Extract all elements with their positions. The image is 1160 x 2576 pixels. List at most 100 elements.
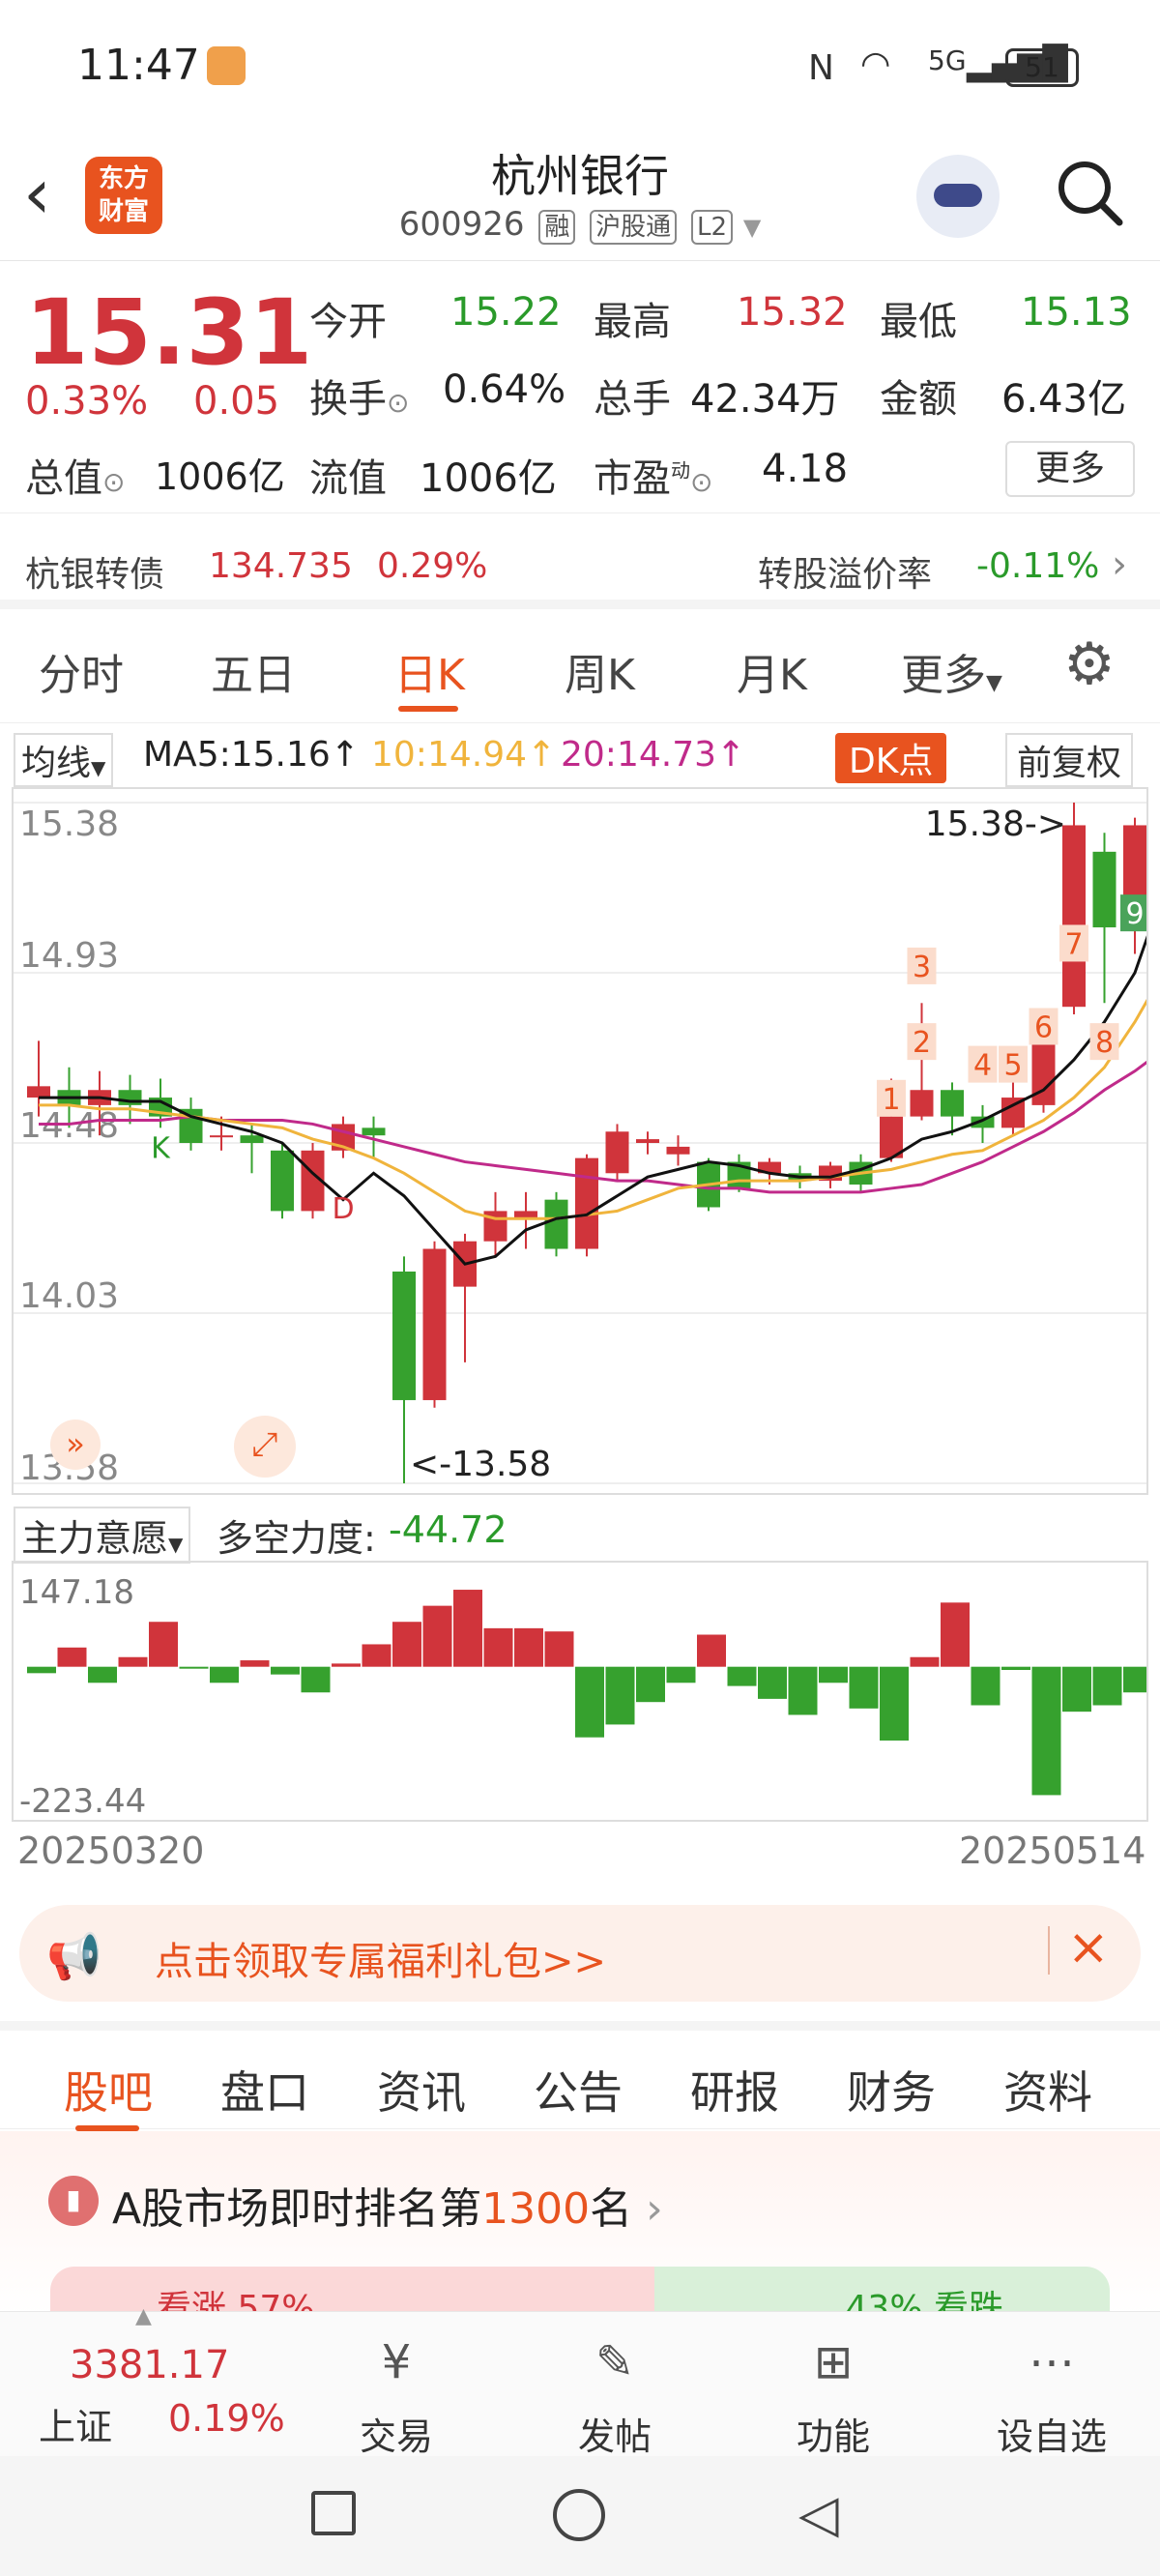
index-name[interactable]: 上证 <box>39 2397 112 2450</box>
recents-icon[interactable] <box>311 2491 356 2535</box>
indicator-bar <box>1092 1666 1122 1706</box>
dk-point-button[interactable]: DK点 <box>835 733 947 783</box>
tab-intraday[interactable]: 分时 <box>39 640 124 702</box>
indicator-bar <box>422 1605 452 1667</box>
index-value[interactable]: 3381.17 <box>70 2343 229 2387</box>
indicator-bar <box>1031 1666 1061 1796</box>
section-tabs: 股吧 盘口 资讯 公告 研报 财务 资料 <box>0 2021 1160 2131</box>
indicator-bar <box>1062 1666 1091 1712</box>
pe-label: 市盈动⊙ <box>594 456 713 501</box>
signal-number: 1 <box>882 1083 900 1117</box>
candle-body <box>636 1139 659 1143</box>
bond-name: 杭银转债 <box>25 555 165 595</box>
more-dots-icon: ⋯ <box>1029 2335 1075 2389</box>
candle-body <box>118 1090 142 1105</box>
tab-profile[interactable]: 资料 <box>1003 2058 1092 2122</box>
signal-number: 9 <box>1125 897 1144 931</box>
amount-value: 6.43亿 <box>1001 377 1127 422</box>
candle-body <box>941 1090 964 1117</box>
candle-body <box>605 1131 629 1174</box>
add-watchlist-button[interactable]: ⋯ 设自选 <box>984 2331 1119 2460</box>
trade-button[interactable]: ¥ 交易 <box>329 2331 464 2460</box>
indicator-bar <box>301 1666 331 1693</box>
tab-announcements[interactable]: 公告 <box>534 2058 623 2122</box>
convertible-bond-row[interactable]: 杭银转债 134.735 0.29% 转股溢价率 -0.11% › <box>0 512 1160 609</box>
add-watchlist-label: 设自选 <box>996 2415 1107 2458</box>
indicator-svg: 147.18 -223.44 <box>19 1573 1160 1821</box>
indicator-selector[interactable]: 主力意愿▼ <box>14 1507 191 1564</box>
indicator-bar <box>453 1590 482 1667</box>
ma-selector[interactable]: 均线▼ <box>14 733 114 787</box>
dropdown-icon[interactable]: ▼ <box>743 214 761 241</box>
status-bar: 11:47 N ◠ 5G ▂▄▆█ 51 <box>0 0 1160 135</box>
y-tick-label: 14.93 <box>19 936 119 976</box>
tab-news[interactable]: 资讯 <box>377 2058 466 2122</box>
settings-gear-icon[interactable]: ⚙ <box>1063 630 1116 698</box>
indicator-bar <box>118 1656 148 1667</box>
ma10-value: 10:14.94↑ <box>371 735 557 775</box>
index-pct[interactable]: 0.19% <box>168 2397 285 2440</box>
ranking-text: A股市场即时排名第1300名 › <box>112 2184 663 2234</box>
signal-number: 4 <box>973 1049 992 1083</box>
tab-finance[interactable]: 财务 <box>847 2058 936 2122</box>
indicator-bar <box>392 1622 421 1667</box>
candle-body <box>27 1086 50 1098</box>
more-button[interactable]: 更多 <box>1005 441 1135 497</box>
expand-sidebar-icon[interactable]: » <box>50 1420 101 1470</box>
fullscreen-icon[interactable]: ⤢ <box>234 1416 296 1478</box>
indicator-bar <box>849 1666 879 1709</box>
signal-number: 3 <box>913 951 931 984</box>
ma20-value: 20:14.73↑ <box>561 735 746 775</box>
post-button[interactable]: ✎ 发帖 <box>547 2331 682 2460</box>
trade-icon: ¥ <box>381 2335 412 2389</box>
amount-label: 金额 <box>880 377 957 422</box>
promo-banner[interactable]: 📢 点击领取专属福利礼包>> × <box>19 1905 1141 2002</box>
candle-body <box>392 1271 416 1400</box>
ranking-section[interactable]: ▮ A股市场即时排名第1300名 › 看涨 57% 43% 看跌 <box>0 2131 1160 2315</box>
function-button[interactable]: ⊞ 功能 <box>766 2331 901 2460</box>
indicator-bar <box>575 1666 604 1738</box>
indicator-bar <box>758 1666 787 1699</box>
indicator-min-label: -223.44 <box>19 1782 146 1820</box>
notification-icon <box>207 46 246 85</box>
tab-more[interactable]: 更多▼ <box>901 640 1002 702</box>
robot-assistant-icon[interactable] <box>916 155 1000 238</box>
start-date: 20250320 <box>17 1830 205 1872</box>
turnover-label: 换手⊙ <box>309 377 410 422</box>
low-label: 最低 <box>880 300 957 344</box>
indicator-bar <box>88 1666 117 1683</box>
edit-icon: ✎ <box>594 2335 635 2389</box>
tab-daily-k[interactable]: 日K <box>394 640 465 702</box>
home-icon[interactable] <box>553 2489 605 2541</box>
status-time: 11:47 <box>77 41 200 90</box>
tab-weekly-k[interactable]: 周K <box>565 640 635 702</box>
indicator-bar <box>483 1627 513 1667</box>
tab-guba[interactable]: 股吧 <box>64 2058 153 2122</box>
candle-body <box>666 1146 690 1155</box>
indicator-chart[interactable]: 147.18 -223.44 <box>12 1561 1160 1822</box>
adjust-button[interactable]: 前复权 <box>1005 733 1134 787</box>
indicator-bar <box>697 1634 726 1667</box>
tab-monthly-k[interactable]: 月K <box>737 640 807 702</box>
indicator-value: -44.72 <box>389 1508 508 1551</box>
y-tick-label: 15.38 <box>19 805 119 844</box>
indicator-bar <box>1123 1666 1152 1693</box>
tab-five-day[interactable]: 五日 <box>211 640 296 702</box>
indicator-bar <box>179 1666 209 1669</box>
close-icon[interactable]: × <box>1067 1918 1110 1976</box>
back-icon[interactable]: ◁ <box>798 2485 839 2543</box>
indicator-bar <box>880 1666 909 1742</box>
search-icon[interactable] <box>1054 157 1125 228</box>
fall-label: 43% 看跌 <box>845 2289 1003 2315</box>
indicator-bar <box>819 1666 848 1683</box>
candle-body <box>362 1127 386 1136</box>
tab-research[interactable]: 研报 <box>690 2058 779 2122</box>
candle-body <box>910 1090 934 1117</box>
candlestick-chart[interactable]: 15.3814.9314.4814.0313.5815.38-><-13.58K… <box>12 743 1160 1495</box>
indicator-bar <box>240 1660 270 1667</box>
candlestick-svg: 15.3814.9314.4814.0313.5815.38-><-13.58K… <box>14 743 1160 1488</box>
indicator-bar <box>149 1622 178 1667</box>
margin-tag: 融 <box>538 210 576 245</box>
tab-pankou[interactable]: 盘口 <box>220 2058 309 2122</box>
post-label: 发帖 <box>577 2415 652 2458</box>
